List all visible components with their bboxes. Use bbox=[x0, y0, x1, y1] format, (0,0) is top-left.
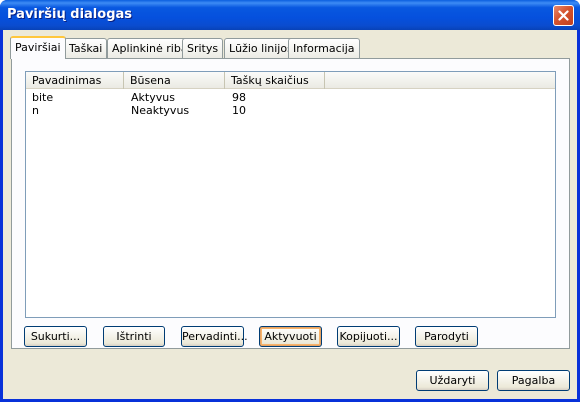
rename-button[interactable]: Pervadinti... bbox=[181, 326, 248, 347]
dialog-window: Paviršių dialogas Paviršiai Taškai Aplin… bbox=[0, 0, 580, 402]
tab-informacija[interactable]: Informacija bbox=[288, 38, 360, 58]
column-header-name[interactable]: Pavadinimas bbox=[26, 72, 124, 89]
column-label: Taškų skaičius bbox=[231, 74, 309, 87]
tab-label: Lūžio linijos bbox=[229, 42, 293, 55]
activate-button[interactable]: Aktyvuoti bbox=[259, 326, 322, 347]
tab-panel: Pavadinimas Būsena Taškų skaičius bite A… bbox=[11, 58, 570, 349]
cell-name: n bbox=[32, 104, 39, 117]
tab-label: Informacija bbox=[293, 42, 355, 55]
tab-label: Paviršiai bbox=[15, 41, 61, 54]
column-header-status[interactable]: Būsena bbox=[124, 72, 225, 89]
tab-pavirsiai[interactable]: Paviršiai bbox=[10, 36, 66, 59]
tab-luzio-linijos[interactable]: Lūžio linijos bbox=[224, 38, 298, 58]
tab-taskai[interactable]: Taškai bbox=[64, 38, 108, 58]
column-label: Pavadinimas bbox=[32, 74, 102, 87]
tab-sritys[interactable]: Sritys bbox=[182, 38, 224, 58]
cell-point-count: 98 bbox=[232, 91, 246, 104]
close-icon bbox=[558, 10, 569, 21]
column-header-point-count[interactable]: Taškų skaičius bbox=[225, 72, 325, 89]
close-button[interactable] bbox=[553, 5, 574, 26]
delete-button[interactable]: Ištrinti bbox=[103, 326, 165, 347]
surfaces-list[interactable]: Pavadinimas Būsena Taškų skaičius bite A… bbox=[25, 71, 556, 318]
tab-label: Sritys bbox=[187, 42, 219, 55]
tab-label: Aplinkinė riba bbox=[112, 42, 188, 55]
column-label: Būsena bbox=[130, 74, 171, 87]
window-title: Paviršių dialogas bbox=[7, 7, 133, 22]
help-button[interactable]: Pagalba bbox=[497, 370, 570, 391]
copy-button[interactable]: Kopijuoti... bbox=[337, 326, 400, 347]
cell-status: Aktyvus bbox=[131, 91, 175, 104]
show-button[interactable]: Parodyti bbox=[415, 326, 478, 347]
cell-name: bite bbox=[32, 91, 54, 104]
title-bar[interactable]: Paviršių dialogas bbox=[0, 0, 580, 30]
list-item[interactable]: bite Aktyvus 98 bbox=[26, 91, 555, 104]
cell-status: Neaktyvus bbox=[131, 104, 190, 117]
list-header: Pavadinimas Būsena Taškų skaičius bbox=[26, 72, 555, 89]
close-dialog-button[interactable]: Uždaryti bbox=[416, 370, 489, 391]
list-item[interactable]: n Neaktyvus 10 bbox=[26, 104, 555, 117]
tab-aplinkine-riba[interactable]: Aplinkinė riba bbox=[107, 38, 193, 58]
create-button[interactable]: Sukurti... bbox=[24, 326, 87, 347]
dialog-body: Paviršiai Taškai Aplinkinė riba Sritys L… bbox=[3, 30, 577, 399]
tab-label: Taškai bbox=[69, 42, 103, 55]
cell-point-count: 10 bbox=[232, 104, 246, 117]
